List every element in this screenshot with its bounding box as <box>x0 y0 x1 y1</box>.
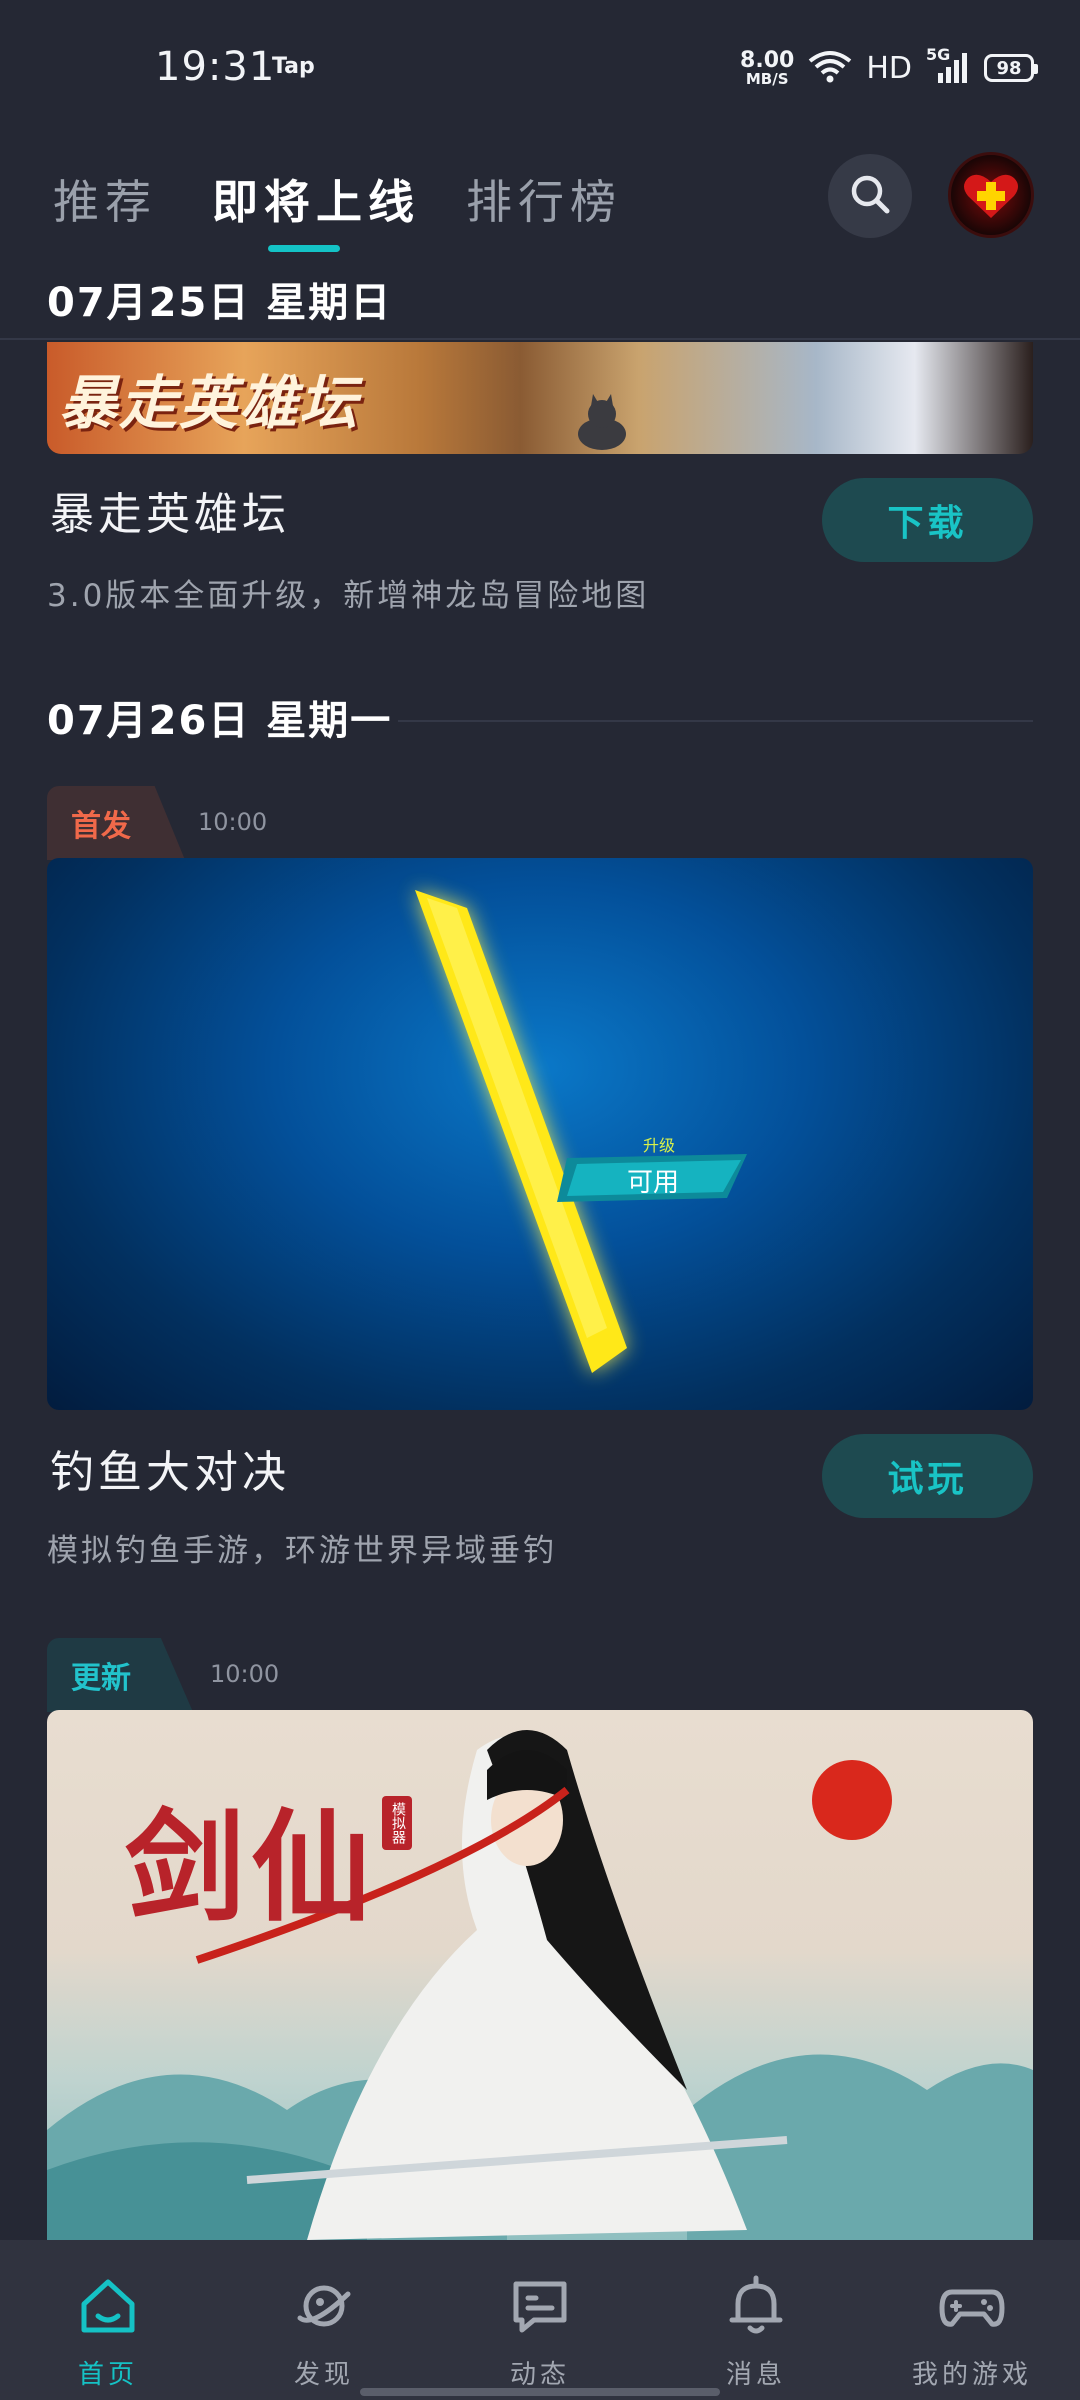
status-bar: 19:31 Tap 8.00 MB/S HD 5G 98 <box>0 0 1080 130</box>
upgrade-label: 升级 <box>643 1136 676 1155</box>
badge-first-release: 首发 <box>47 786 185 860</box>
search-icon <box>847 171 893 221</box>
search-button[interactable] <box>828 154 912 238</box>
banner-art <box>415 890 747 1373</box>
wifi-icon <box>808 49 852 87</box>
game-description: 模拟钓鱼手游，环游世界异域垂钓 <box>47 1533 557 1569</box>
banner-seal-text: 模拟器 <box>382 1796 412 1850</box>
nav-home-label: 首页 <box>77 2360 138 2390</box>
available-label: 可用 <box>627 1168 680 1198</box>
chat-icon <box>504 2270 576 2342</box>
date-divider <box>398 720 1033 722</box>
status-app-label: Tap <box>272 54 315 79</box>
date-header-sticky: 07月25日 星期日 <box>0 260 1080 340</box>
download-button[interactable]: 下载 <box>822 478 1033 562</box>
home-icon <box>72 2270 144 2342</box>
signal-label: 5G <box>926 45 951 64</box>
net-speed: 8.00 MB/S <box>740 47 795 88</box>
release-time: 10:00 <box>198 808 268 836</box>
game-banner-baozou[interactable]: 暴走英雄坛 <box>47 342 1033 454</box>
tab-ranking[interactable]: 排行榜 <box>466 166 622 232</box>
tab-upcoming[interactable]: 即将上线 <box>212 166 420 232</box>
net-speed-value: 8.00 <box>740 47 795 73</box>
banner-logo-text: 暴走英雄坛 <box>59 369 360 437</box>
section-date: 07月25日 星期日 <box>47 280 393 326</box>
nav-home[interactable]: 首页 <box>0 2240 216 2400</box>
status-indicators: 8.00 MB/S HD 5G 98 <box>740 45 1038 90</box>
top-tab-bar: 推荐 即将上线 排行榜 <box>0 150 1080 260</box>
status-time: 19:31 <box>155 44 276 90</box>
hd-indicator: HD <box>866 50 912 86</box>
avatar-heart-icon <box>964 174 1018 218</box>
signal-icon: 5G <box>926 45 970 85</box>
nav-my-games-label: 我的游戏 <box>911 2360 1032 2390</box>
badge-update: 更新 <box>47 1638 193 1712</box>
cat-illustration <box>578 394 626 450</box>
game-title[interactable]: 暴走英雄坛 <box>50 478 290 542</box>
game-description: 3.0版本全面升级，新增神龙岛冒险地图 <box>47 578 650 614</box>
nav-messages[interactable]: 消息 <box>648 2240 864 2400</box>
bottom-navigation: 首页 发现 动态 消息 我的游戏 <box>0 2240 1080 2400</box>
net-speed-unit: MB/S <box>745 69 789 88</box>
nav-messages-label: 消息 <box>725 2360 786 2390</box>
battery-indicator: 98 <box>984 54 1038 82</box>
section-date: 07月26日 星期一 <box>47 698 393 744</box>
nav-feed-label: 动态 <box>509 2360 570 2390</box>
user-avatar[interactable] <box>948 152 1034 238</box>
nav-feed[interactable]: 动态 <box>432 2240 648 2400</box>
nav-discover-label: 发现 <box>293 2360 354 2390</box>
release-time: 10:00 <box>210 1660 280 1688</box>
game-banner-fishing[interactable]: 升级 可用 <box>47 858 1033 1410</box>
try-play-button[interactable]: 试玩 <box>822 1434 1033 1518</box>
game-banner-jianxian[interactable]: 剑仙 模拟器 <box>47 1710 1033 2240</box>
nav-my-games[interactable]: 我的游戏 <box>864 2240 1080 2400</box>
active-tab-indicator <box>268 245 340 252</box>
gesture-home-bar[interactable] <box>360 2388 720 2396</box>
banner-logo-text: 剑仙 <box>125 1797 377 1938</box>
tab-recommend[interactable]: 推荐 <box>53 166 157 232</box>
planet-icon <box>288 2270 360 2342</box>
bell-icon <box>720 2270 792 2342</box>
gamepad-icon <box>936 2270 1008 2342</box>
nav-discover[interactable]: 发现 <box>216 2240 432 2400</box>
game-title[interactable]: 钓鱼大对决 <box>50 1436 290 1500</box>
